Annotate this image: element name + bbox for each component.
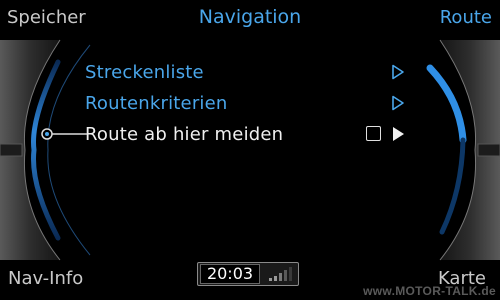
play-arrow-filled-icon — [393, 127, 404, 141]
watermark: www.MOTOR-TALK.de — [363, 284, 496, 298]
menu-item-label: Streckenliste — [85, 61, 204, 83]
menu-item-routenkriterien[interactable]: Routenkriterien — [85, 89, 415, 117]
menu-item-label: Route ab hier meiden — [85, 123, 284, 145]
menu-item-route-ab-hier-meiden[interactable]: Route ab hier meiden — [85, 120, 415, 148]
control-knob-graphics — [0, 0, 500, 261]
avoid-route-checkbox[interactable] — [366, 126, 381, 141]
chevron-right-outline-icon — [392, 64, 404, 80]
status-box: 20:03 — [197, 262, 299, 286]
clock: 20:03 — [200, 264, 260, 284]
signal-bars-icon — [269, 267, 292, 281]
chevron-right-outline-icon — [392, 95, 404, 111]
mmi-screen: Speicher Navigation Route Streckenliste … — [0, 0, 500, 300]
menu-item-label: Routenkriterien — [85, 92, 228, 114]
softkey-route[interactable]: Route — [440, 7, 492, 28]
menu-item-streckenliste[interactable]: Streckenliste — [85, 58, 415, 86]
screen-title: Navigation — [198, 6, 302, 28]
softkey-nav-info[interactable]: Nav-Info — [8, 268, 83, 289]
